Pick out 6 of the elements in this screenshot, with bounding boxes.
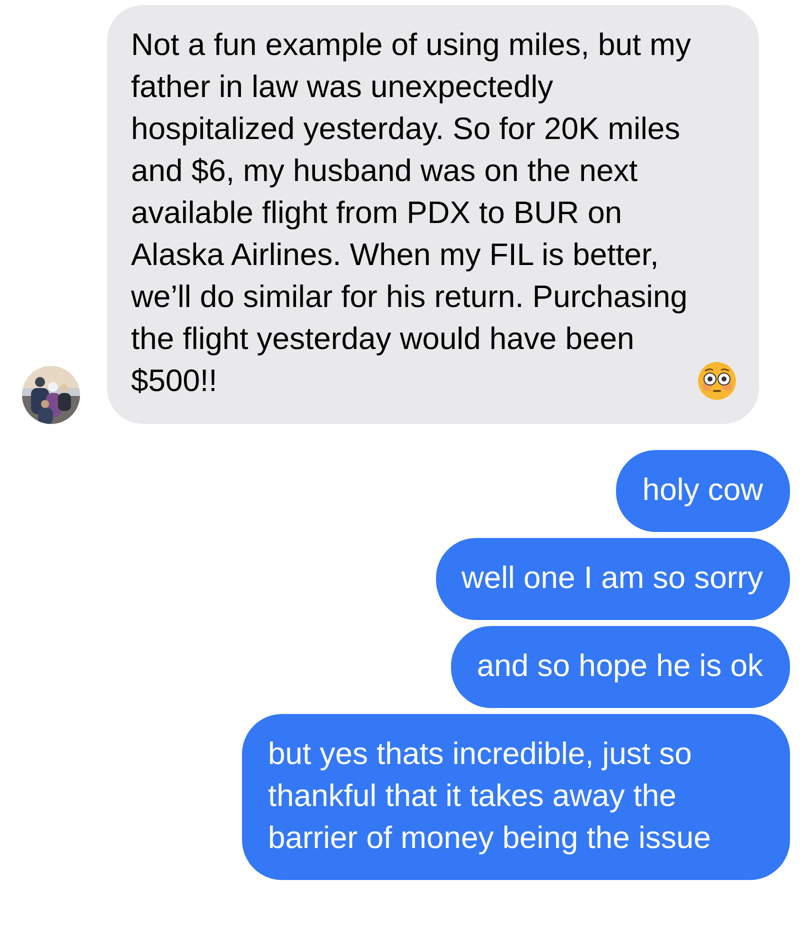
flushed-face-icon [697, 361, 737, 401]
message-bubble: and so hope he is ok [450, 626, 790, 708]
message-bubble: well one I am so sorry [436, 538, 790, 620]
message-text: Not a fun example of using miles, but my father in law was unexpectedly hospitalized yesterday. So for 20K miles and $6, my husband was on the next available flight from PDX to BUR on Alaska Airlines. When my FIL is better, we’ll do similar for his return. Purchasing the flight yesterday would have been $500!! [131, 26, 691, 400]
message-bubble: but yes thats incredible, just so thankful that it takes away the barrier of money being the issue [242, 714, 790, 880]
message-bubble: holy cow [616, 450, 790, 532]
